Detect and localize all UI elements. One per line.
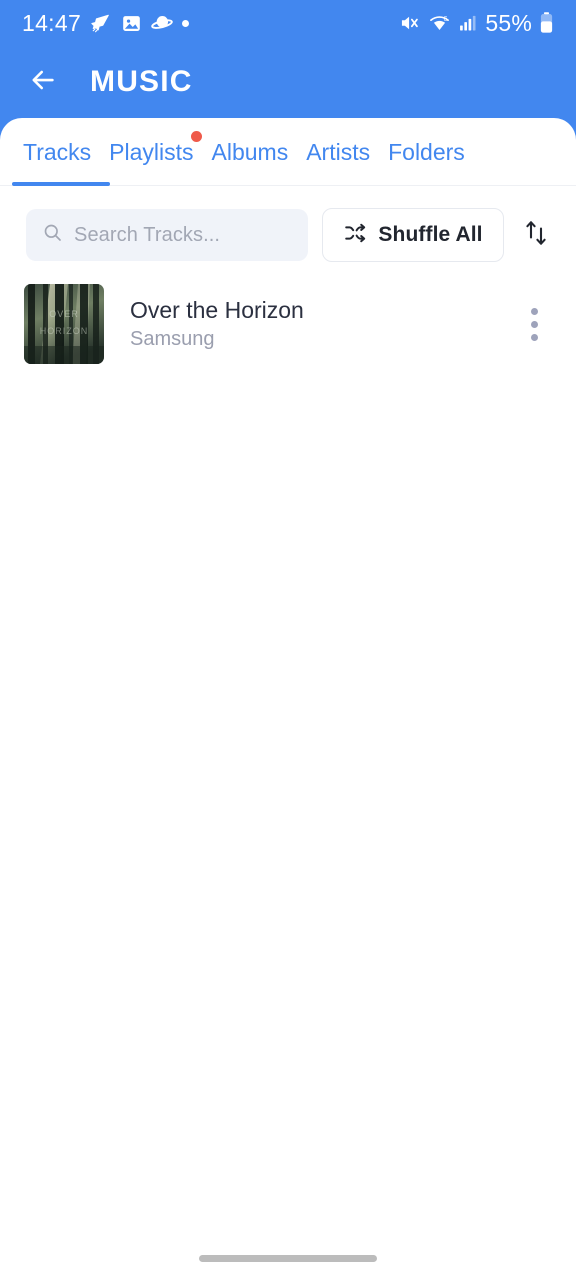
page-title: MUSIC [90, 65, 193, 98]
track-list: OVER HORIZON Over the Horizon Samsung [0, 262, 576, 368]
tab-folders-label: Folders [388, 138, 465, 165]
active-tab-indicator [12, 182, 110, 186]
search-input[interactable]: Search Tracks... [26, 209, 308, 261]
tab-albums-label: Albums [211, 138, 289, 165]
back-arrow-icon [28, 65, 58, 100]
tab-tracks-label: Tracks [23, 138, 92, 165]
tab-artists-label: Artists [306, 138, 371, 165]
track-text: Over the Horizon Samsung [104, 297, 514, 351]
status-clock: 14:47 [22, 9, 82, 36]
tab-playlists-badge-dot [190, 130, 202, 142]
tab-bar: Tracks Playlists Albums Artists Folders [0, 118, 576, 186]
planet-icon [151, 12, 173, 34]
phone-screen: 14:47 6 55% MUSIC Tracks Playlists Album… [0, 0, 576, 1280]
sort-button[interactable] [518, 212, 554, 258]
tab-tracks[interactable]: Tracks [14, 138, 100, 165]
cellular-signal-icon [458, 13, 478, 33]
more-vertical-icon[interactable] [514, 294, 554, 354]
album-artwork: OVER HORIZON [24, 284, 104, 364]
content-sheet: Tracks Playlists Albums Artists Folders [0, 118, 576, 1280]
svg-text:6: 6 [444, 16, 448, 23]
shuffle-icon [343, 221, 367, 250]
tab-folders[interactable]: Folders [379, 138, 474, 165]
image-icon [121, 13, 142, 34]
search-icon [42, 222, 63, 248]
wifi-icon: 6 [428, 13, 451, 34]
app-bar: MUSIC [0, 46, 576, 118]
svg-text:OVER: OVER [49, 309, 79, 319]
status-bar: 14:47 6 55% [0, 0, 576, 46]
mute-icon [399, 12, 421, 34]
shuffle-all-label: Shuffle All [378, 223, 483, 246]
shuffle-all-button[interactable]: Shuffle All [322, 208, 504, 262]
shooting-star-icon [90, 12, 112, 34]
table-row[interactable]: OVER HORIZON Over the Horizon Samsung [0, 280, 576, 368]
battery-percent-label: 55% [485, 9, 532, 36]
tab-playlists-label: Playlists [109, 138, 194, 165]
battery-icon [539, 11, 554, 35]
menu-dot [530, 307, 538, 315]
track-title: Over the Horizon [130, 296, 304, 323]
search-placeholder: Search Tracks... [74, 223, 221, 246]
tab-artists[interactable]: Artists [297, 138, 379, 165]
tab-albums[interactable]: Albums [203, 138, 298, 165]
status-bar-right: 6 55% [399, 10, 554, 37]
menu-dot [530, 333, 538, 341]
menu-dot [530, 320, 538, 328]
sort-arrows-icon [522, 218, 550, 253]
track-artist: Samsung [130, 328, 215, 351]
back-button[interactable] [26, 65, 60, 99]
status-bar-left: 14:47 [22, 9, 190, 37]
svg-text:HORIZON: HORIZON [40, 326, 89, 336]
dot-icon [182, 19, 190, 27]
home-indicator[interactable] [199, 1255, 377, 1262]
tab-playlists[interactable]: Playlists [100, 130, 202, 165]
list-toolbar: Search Tracks... Shuffle All [0, 186, 576, 262]
